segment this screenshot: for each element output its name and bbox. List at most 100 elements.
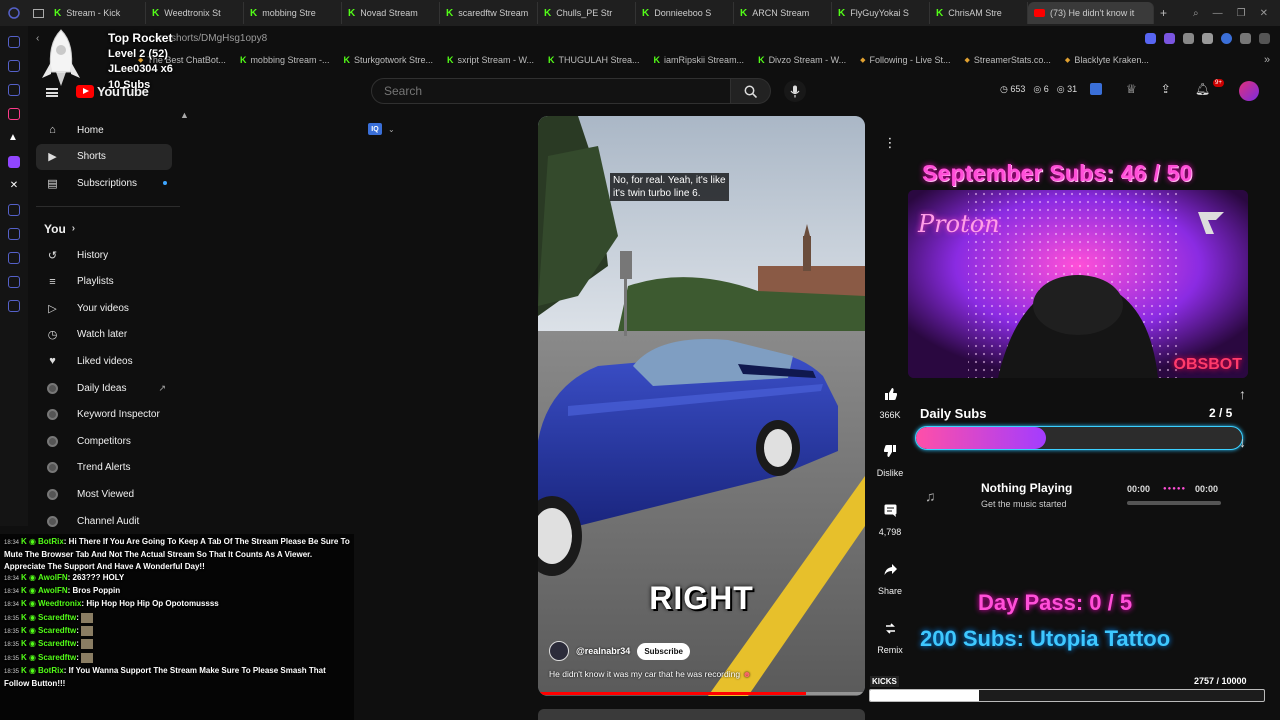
chat-message: 18:35 K ◉ Scaredftw: — [4, 652, 350, 665]
notifications-bell-icon[interactable]: 🔔︎ — [1195, 82, 1210, 96]
download-icon[interactable] — [1240, 32, 1251, 44]
side-app-icon[interactable] — [8, 156, 20, 168]
sidebar-item-competitors[interactable]: Competitors — [36, 428, 186, 455]
youtube-logo[interactable]: YouTube — [76, 84, 149, 99]
side-app-icon[interactable] — [8, 108, 20, 120]
extension-icon[interactable] — [1202, 32, 1213, 44]
chat-username: AwolFN — [38, 586, 68, 596]
kicks-label: KICKS — [870, 676, 899, 687]
sidebar-item-label: History — [77, 249, 109, 261]
bookmark-item[interactable]: ◆ StreamerStats.co... — [965, 55, 1051, 65]
browser-tab[interactable]: K FlyGuyYokai S — [832, 2, 930, 24]
bookmark-item[interactable]: K Sturkgotwork Stre... — [343, 55, 433, 65]
browser-tab[interactable]: K Chulls_PE Str — [538, 2, 636, 24]
minimize-icon[interactable]: — — [1213, 8, 1223, 19]
browser-tab[interactable]: K Novad Stream — [342, 2, 440, 24]
sidebar-item-your-videos[interactable]: ▷ Your videos — [36, 295, 186, 322]
bookmark-item[interactable]: ◆ Following - Live St... — [860, 55, 950, 65]
channel-avatar[interactable] — [549, 641, 569, 661]
sidebar-item-shorts[interactable]: ▶ Shorts — [36, 143, 172, 171]
x-icon[interactable]: ✕ — [8, 180, 20, 192]
side-app-icon[interactable] — [8, 228, 20, 240]
browser-menu-icon[interactable] — [0, 2, 28, 24]
upload-icon[interactable]: ⇪ — [1161, 82, 1171, 96]
sidebar-item-watch-later[interactable]: ◷ Watch later — [36, 322, 186, 349]
next-short-preview[interactable] — [538, 709, 865, 720]
browser-tab[interactable]: K Weedtronix St — [146, 2, 244, 24]
browser-tab[interactable]: K ChrisAM Stre — [930, 2, 1028, 24]
video-caption-big: RIGHT — [649, 580, 754, 616]
video-progress-bar[interactable] — [538, 692, 865, 695]
bookmark-item[interactable]: Ksxript Stream - W... — [447, 55, 534, 65]
more-options-button[interactable]: ⋮ — [870, 130, 910, 156]
sidebar-item-channel-audit[interactable]: Channel Audit — [36, 508, 186, 535]
sidebar-item-most-viewed[interactable]: Most Viewed — [36, 481, 186, 508]
dislike-label: Dislike — [876, 468, 904, 478]
profile-icon[interactable] — [1221, 32, 1232, 44]
bookmarks-overflow-icon[interactable]: » — [1264, 54, 1270, 66]
extension-icon[interactable] — [1183, 32, 1194, 44]
sidebar-item-trend-alerts[interactable]: Trend Alerts — [36, 455, 186, 482]
browser-tab[interactable]: (73) He didn't know it — [1028, 2, 1154, 24]
restore-icon[interactable]: ❐ — [1237, 8, 1246, 19]
vidiq-icon[interactable] — [1090, 83, 1102, 95]
search-input[interactable] — [371, 78, 731, 104]
share-button[interactable]: Share — [870, 556, 910, 596]
comments-button[interactable]: 4,798 — [870, 497, 910, 537]
voice-search-button[interactable] — [784, 80, 806, 102]
kick-logo-icon: K — [239, 55, 247, 65]
bookmark-item[interactable]: K THUGULAH Strea... — [548, 55, 640, 65]
bookmark-item[interactable]: Kmobbing Stream -... — [240, 55, 330, 65]
side-app-icon[interactable] — [8, 36, 20, 48]
sidebar-item-playlists[interactable]: ≡ Playlists — [36, 268, 186, 295]
new-tab-button[interactable]: + — [1154, 2, 1173, 24]
sidebar-item-liked-videos[interactable]: ♥ Liked videos — [36, 348, 186, 375]
subscribe-button[interactable]: Subscribe — [637, 642, 690, 660]
bookmark-item[interactable]: KiamRipskii Stream... — [654, 55, 745, 65]
channel-name[interactable]: @realnabr34 — [576, 646, 630, 656]
sidebar-item-daily-ideas[interactable]: Daily Ideas ↗ — [36, 375, 186, 402]
side-app-icon[interactable] — [8, 252, 20, 264]
dislike-button[interactable]: Dislike — [870, 438, 910, 478]
sidebar-item-keyword-inspector[interactable]: Keyword Inspector — [36, 401, 186, 428]
september-subs-goal: September Subs: 46 / 50 — [922, 160, 1193, 186]
account-avatar[interactable] — [1239, 81, 1259, 101]
short-description[interactable]: He didn't know it was my car that he was… — [549, 669, 751, 679]
streamer-webcam: Proton OBSBOT — [908, 190, 1248, 378]
vidiq-badge[interactable]: IQ ⌄ — [368, 123, 395, 135]
browser-tab[interactable]: K Stream - Kick — [48, 2, 146, 24]
side-app-icon[interactable] — [8, 276, 20, 288]
short-video-player[interactable]: No, for real. Yeah, it's like it's twin … — [538, 116, 865, 696]
search-tabs-icon[interactable]: ⌕ — [1193, 8, 1199, 19]
side-app-icon[interactable] — [8, 204, 20, 216]
sidebar-item-history[interactable]: ↺ History — [36, 242, 186, 269]
search-button[interactable] — [731, 78, 771, 104]
tool-icon — [47, 488, 58, 500]
history-icon: ↺ — [47, 249, 58, 262]
sidebar-item-home[interactable]: ⌂ Home — [36, 117, 186, 144]
settings-icon[interactable] — [8, 300, 20, 312]
sidebar-item-subscriptions[interactable]: ▤ Subscriptions — [36, 170, 186, 197]
extension-icon[interactable] — [1164, 32, 1175, 44]
close-icon[interactable]: ✕ — [1260, 8, 1268, 19]
browser-tab[interactable]: Kmobbing Stre — [244, 2, 342, 24]
scroll-up-arrow-icon[interactable]: ↑ — [1239, 386, 1246, 402]
remix-button[interactable]: Remix — [870, 615, 910, 655]
extension-icon[interactable] — [1145, 32, 1156, 44]
side-app-icon[interactable] — [8, 84, 20, 96]
like-button[interactable]: 366K — [870, 380, 910, 420]
hamburger-menu-icon[interactable] — [46, 88, 58, 97]
browser-tab[interactable]: Kscaredftw Stream — [440, 2, 538, 24]
tab-list-icon[interactable] — [28, 2, 48, 24]
menu-icon[interactable] — [1259, 32, 1270, 44]
trophy-icon[interactable]: ♕ — [1126, 82, 1137, 96]
side-app-icon[interactable] — [8, 60, 20, 72]
kick-logo-icon: K — [936, 7, 944, 19]
bookmark-item[interactable]: ◆ Blacklyte Kraken... — [1065, 55, 1149, 65]
bookmark-item[interactable]: K Divzo Stream - W... — [758, 55, 846, 65]
sidebar-you-heading[interactable]: You › — [36, 216, 186, 242]
browser-tab[interactable]: K Donnieeboo S — [636, 2, 734, 24]
browser-tab[interactable]: K ARCN Stream — [734, 2, 832, 24]
side-app-icon[interactable]: ▲ — [8, 132, 20, 144]
scroll-down-arrow-icon[interactable]: ↓ — [1239, 434, 1246, 450]
